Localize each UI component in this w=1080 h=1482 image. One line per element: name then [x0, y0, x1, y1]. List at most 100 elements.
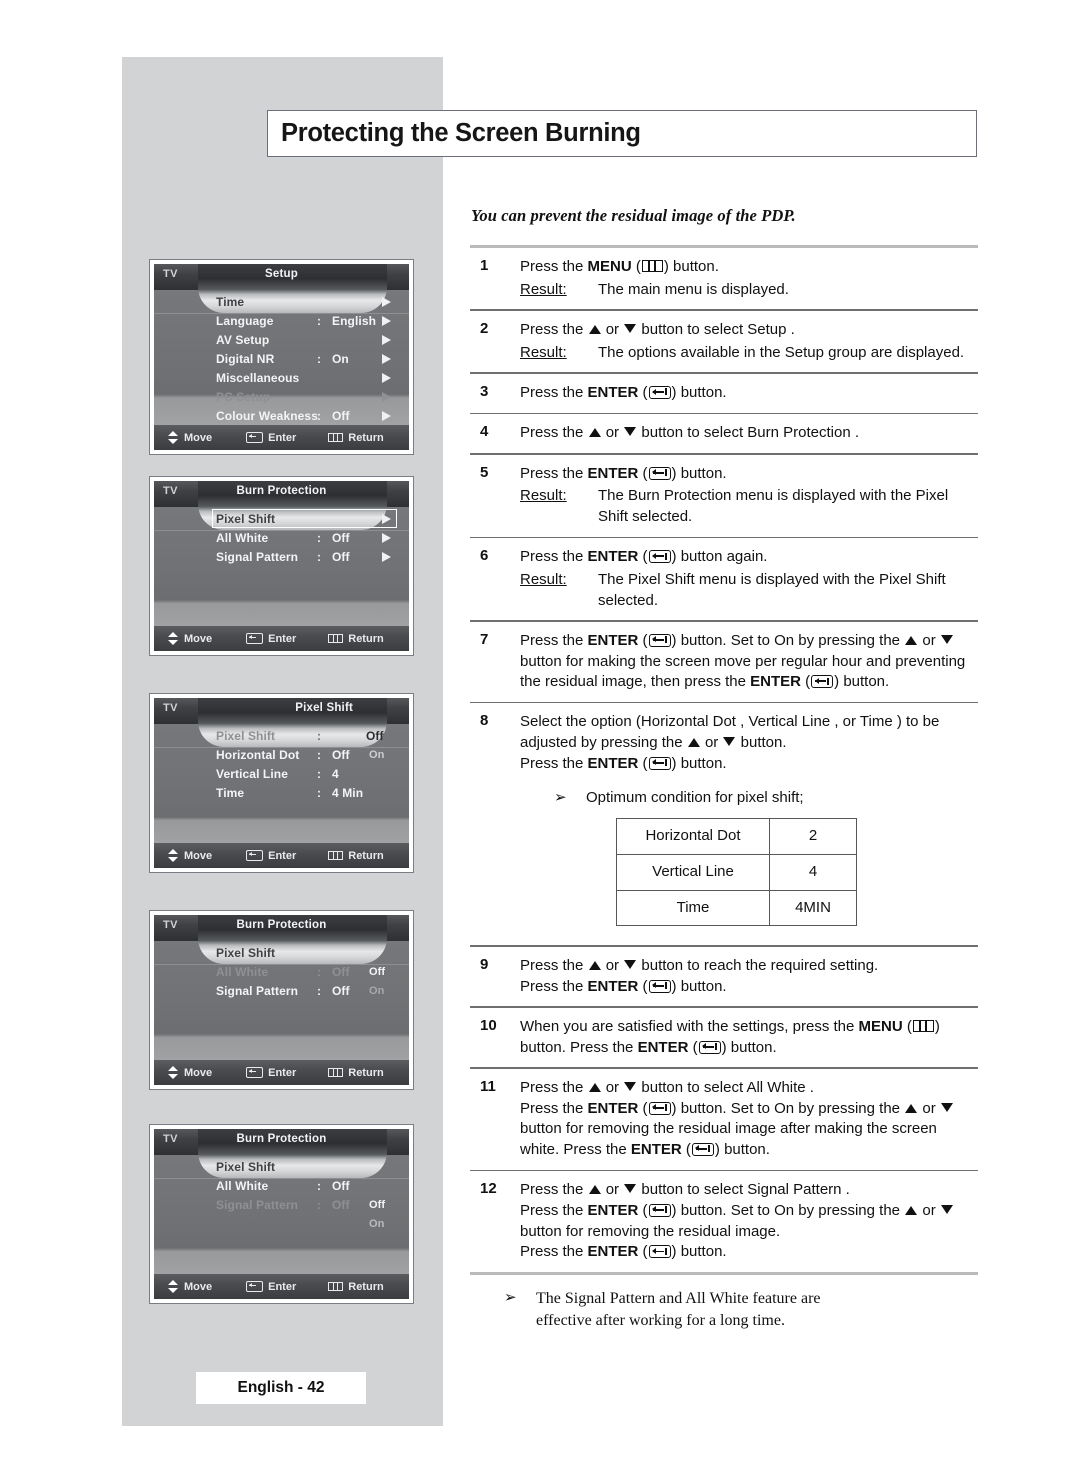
- osd-hint-enter-label: Enter: [268, 1280, 297, 1293]
- osd-hint-enter[interactable]: Enter: [246, 1067, 296, 1079]
- menu-key-icon: [328, 1282, 344, 1291]
- osd-hint-bar: Move Enter Return: [154, 1060, 409, 1085]
- step-number: 9: [480, 955, 489, 973]
- osd-screenshot-burn-protection-menu-3: TV Burn Protection Pixel Shift All White: Of…: [149, 1124, 414, 1304]
- step-number: 7: [480, 630, 489, 648]
- emphasis-text: ENTER: [587, 464, 639, 482]
- osd-item-colon: :: [317, 313, 322, 328]
- osd-hint-bar: Move Enter Return: [154, 843, 409, 868]
- instruction-step: 8 Select the option (Horizontal Dot , Ver…: [470, 703, 978, 945]
- osd-menu-item[interactable]: PC Setup: [154, 387, 409, 406]
- osd-hint-move[interactable]: Move: [168, 431, 212, 444]
- osd-item-value: On: [332, 351, 349, 366]
- osd-menu-title: Burn Protection: [236, 485, 327, 497]
- divider: [470, 1271, 978, 1275]
- osd-item-option[interactable]: Off: [369, 966, 385, 978]
- osd-item-option[interactable]: Off: [369, 1199, 385, 1211]
- instruction-step: 1 Press the MENU () button. Result: The mai…: [470, 248, 978, 309]
- osd-item-label: All White: [216, 1178, 269, 1193]
- osd-hint-return[interactable]: Return: [328, 849, 384, 862]
- osd-menu-item[interactable]: Miscellaneous: [154, 368, 409, 387]
- osd-menu-item[interactable]: Pixel Shift: [154, 1157, 409, 1176]
- step-number: 11: [480, 1077, 496, 1095]
- osd-item-label: Digital NR: [216, 351, 275, 366]
- osd-menu-list: Pixel Shift All White: Off Signal Pattern: O…: [154, 1157, 409, 1233]
- osd-hint-enter[interactable]: Enter: [246, 1281, 296, 1293]
- osd-hint-move[interactable]: Move: [168, 1280, 212, 1293]
- osd-hint-enter[interactable]: Enter: [246, 633, 296, 645]
- instruction-step: 9 Press the or button to reach the requir…: [470, 947, 978, 1006]
- osd-item-colon: :: [317, 728, 322, 743]
- osd-hint-move-label: Move: [184, 1280, 213, 1293]
- osd-hint-move-label: Move: [184, 849, 213, 862]
- osd-item-value: Off: [332, 983, 350, 998]
- instruction-step: 3 Press the ENTER () button.: [470, 374, 978, 413]
- osd-hint-return[interactable]: Return: [328, 633, 384, 645]
- osd-menu-item[interactable]: Horizontal Dot: Off On: [154, 745, 409, 764]
- optimum-key: Time: [616, 889, 770, 927]
- arrow-down-icon: [723, 737, 736, 747]
- osd-item-option[interactable]: On: [369, 1218, 384, 1230]
- osd-menu-item[interactable]: On: [154, 1214, 409, 1233]
- osd-hint-enter[interactable]: Enter: [246, 432, 296, 444]
- triangle-right-icon: [382, 411, 391, 421]
- osd-screen: TV Burn Protection Pixel Shift All White: Of…: [154, 1129, 409, 1299]
- osd-item-option[interactable]: On: [369, 985, 384, 997]
- osd-menu-item[interactable]: Time: [154, 292, 409, 311]
- osd-item-value: Off: [332, 530, 350, 545]
- arrow-up-icon: [905, 1205, 918, 1215]
- osd-item-colon: :: [317, 747, 322, 762]
- osd-menu-item[interactable]: Digital NR: On: [154, 349, 409, 368]
- osd-hint-return[interactable]: Return: [328, 1067, 384, 1079]
- page-title-bar: Protecting the Screen Burning: [267, 110, 977, 157]
- osd-item-colon: :: [317, 351, 322, 366]
- osd-item-option[interactable]: On: [369, 749, 384, 761]
- osd-hint-enter[interactable]: Enter: [246, 850, 296, 862]
- osd-menu-item[interactable]: Language: English: [154, 311, 409, 330]
- step-result: Result: The Burn Protection menu is displ…: [520, 486, 978, 527]
- page-footer: English - 42: [196, 1372, 366, 1404]
- final-note-text: The Signal Pattern and All White feature…: [536, 1289, 821, 1329]
- enter-key-icon: [648, 550, 671, 564]
- step-result: Result: The Pixel Shift menu is displayed…: [520, 570, 978, 611]
- osd-hint-move[interactable]: Move: [168, 1066, 212, 1079]
- osd-menu-item[interactable]: Pixel Shift: [154, 509, 409, 528]
- osd-menu-item[interactable]: All White: Off: [154, 528, 409, 547]
- optimum-value: 4: [769, 853, 857, 891]
- osd-menu-item[interactable]: Pixel Shift: [154, 943, 409, 962]
- osd-hint-enter-label: Enter: [268, 1066, 297, 1079]
- enter-key-icon: [698, 1040, 721, 1054]
- osd-hint-enter-label: Enter: [268, 849, 297, 862]
- osd-item-label: Signal Pattern: [216, 549, 299, 564]
- osd-hint-return[interactable]: Return: [328, 432, 384, 444]
- step-text: Select the option (Horizontal Dot , Vert…: [520, 712, 978, 936]
- osd-menu-item[interactable]: Vertical Line:4: [154, 764, 409, 783]
- osd-menu-item[interactable]: Pixel Shift: Off: [154, 726, 409, 745]
- osd-hint-return-label: Return: [348, 849, 384, 862]
- triangle-right-icon: [382, 533, 391, 543]
- arrow-down-icon: [624, 1184, 637, 1194]
- osd-hint-move[interactable]: Move: [168, 632, 212, 645]
- osd-hint-move[interactable]: Move: [168, 849, 212, 862]
- osd-item-colon: :: [317, 1178, 322, 1193]
- step-number: 10: [480, 1016, 497, 1034]
- osd-menu-list: Pixel Shift All White: Off Off Signal Patter…: [154, 943, 409, 1000]
- osd-hint-bar: Move Enter Return: [154, 1274, 409, 1299]
- osd-item-label: Time: [216, 294, 245, 309]
- osd-menu-item[interactable]: All White: Off: [154, 1176, 409, 1195]
- lead-text: You can prevent the residual image of th…: [471, 206, 796, 225]
- osd-menu-item[interactable]: Colour Weakness: Off: [154, 406, 409, 425]
- table-row: Vertical Line 4: [616, 853, 857, 891]
- osd-menu-item[interactable]: Signal Pattern: Off Off: [154, 1195, 409, 1214]
- osd-menu-item[interactable]: All White: Off Off: [154, 962, 409, 981]
- arrow-down-icon: [940, 634, 953, 644]
- osd-menu-item[interactable]: Signal Pattern: Off On: [154, 981, 409, 1000]
- enter-key-icon: [648, 756, 671, 770]
- osd-hint-return[interactable]: Return: [328, 1281, 384, 1293]
- osd-item-label: Miscellaneous: [216, 370, 300, 385]
- enter-key-icon: [648, 385, 671, 399]
- osd-menu-item[interactable]: Time:4 Min: [154, 783, 409, 802]
- osd-menu-item[interactable]: AV Setup: [154, 330, 409, 349]
- osd-item-label: Signal Pattern: [216, 1197, 299, 1212]
- osd-menu-item[interactable]: Signal Pattern: Off: [154, 547, 409, 566]
